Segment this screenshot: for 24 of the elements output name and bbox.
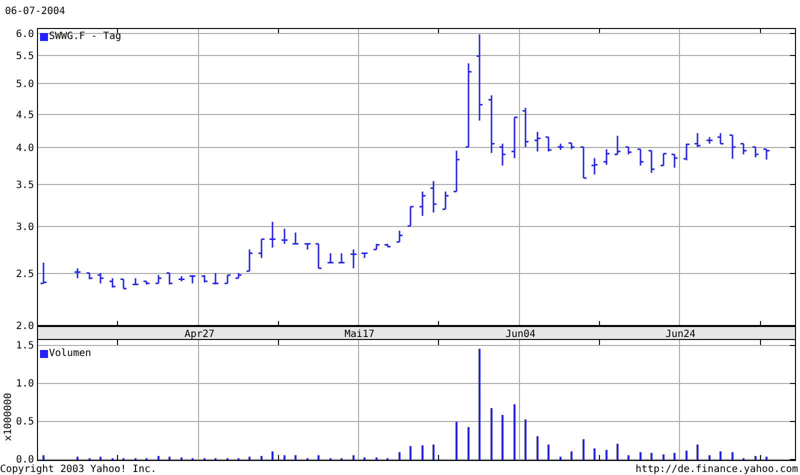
y-tick-label: 6.0 [16, 29, 34, 40]
y-tick-label: 5.0 [16, 79, 34, 90]
x-tick-label: Mai17 [344, 329, 375, 340]
y-tick-label: 2.0 [16, 321, 34, 332]
y-tick-label: 3.5 [16, 180, 34, 191]
y-tick-label: 3.0 [16, 222, 34, 233]
y-tick-label: 1.5 [16, 340, 34, 352]
chart-date: 06-07-2004 [5, 6, 66, 18]
y-tick-label: 0.0 [16, 454, 34, 464]
copyright-text: Copyright 2003 Yahoo! Inc. [0, 464, 157, 475]
x-tick-label: Jun04 [505, 329, 536, 340]
source-url: http://de.finance.yahoo.com [635, 464, 798, 475]
y-tick-label: 5.5 [16, 51, 34, 62]
y-tick-label: 4.5 [16, 110, 34, 121]
y-tick-label: 2.5 [16, 269, 34, 280]
x-tick-label: Jun24 [665, 329, 696, 340]
y-tick-label: 0.5 [16, 416, 34, 428]
y-tick-label: 1.0 [16, 378, 34, 390]
legend-label: SWWG.F - Tag [49, 31, 122, 43]
y-axis-label: x1000000 [3, 392, 14, 442]
x-tick-label: Apr27 [184, 329, 215, 340]
legend-label: Volumen [49, 348, 92, 360]
y-tick-label: 4.0 [16, 143, 34, 154]
legend-swatch-icon [40, 33, 48, 41]
